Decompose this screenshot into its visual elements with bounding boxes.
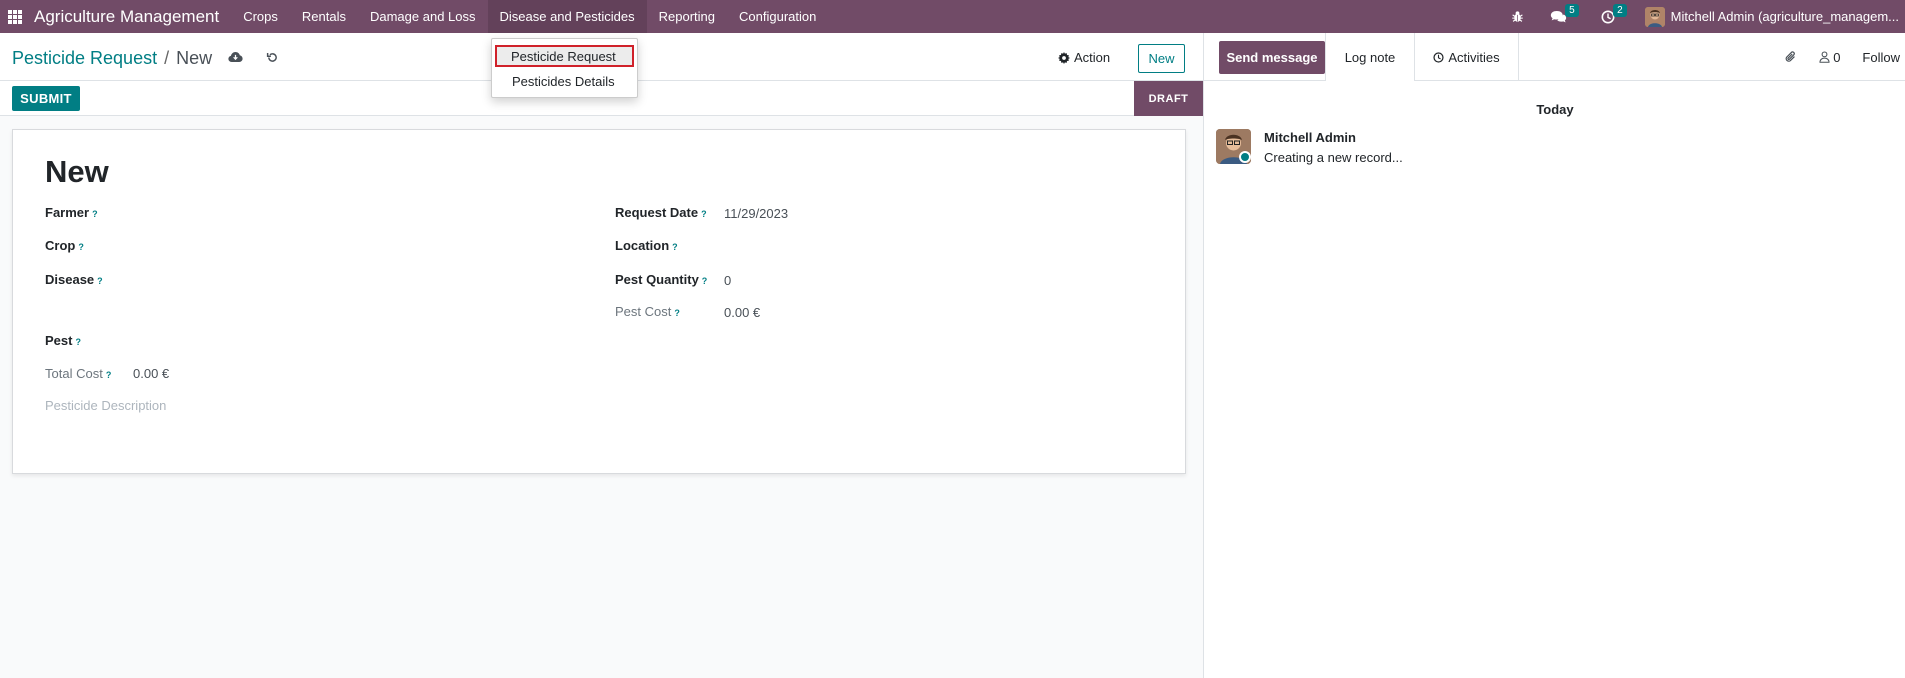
online-status-indicator (1239, 151, 1251, 163)
gear-icon (1058, 51, 1070, 64)
paperclip-attachment-icon[interactable] (1785, 50, 1797, 64)
form-sheet: New Farmer? Crop? Disease? Pest? Total C… (12, 129, 1186, 474)
menu-reporting[interactable]: Reporting (647, 0, 727, 33)
menu-damage-and-loss[interactable]: Damage and Loss (358, 0, 488, 33)
menu-configuration[interactable]: Configuration (727, 0, 828, 33)
action-label: Action (1074, 50, 1111, 65)
activities-clock-icon[interactable]: 2 (1601, 3, 1627, 24)
pest-quantity-label: Pest Quantity (615, 272, 699, 287)
breadcrumb: Pesticide Request / New (12, 48, 212, 69)
menu-rentals[interactable]: Rentals (290, 0, 358, 33)
message-body: Creating a new record... (1264, 150, 1403, 165)
help-tooltip-icon[interactable]: ? (97, 276, 103, 286)
breadcrumb-current: New (176, 48, 213, 68)
dropdown-item-pesticide-request[interactable]: Pesticide Request (495, 45, 634, 67)
chatter-topbar: Send message Log note Activities 0 Follo… (1204, 33, 1905, 81)
navbar-systray: 5 2 Mitchell Admin (agriculture_managem.… (1503, 0, 1905, 33)
record-title[interactable]: New (45, 154, 109, 190)
menu-disease-and-pesticides[interactable]: Disease and Pesticides (487, 0, 647, 33)
stage-draft[interactable]: DRAFT (1134, 81, 1203, 116)
messages-chat-icon[interactable]: 5 (1550, 3, 1579, 24)
pest-label: Pest (45, 333, 73, 348)
help-tooltip-icon[interactable]: ? (674, 308, 680, 318)
messages-count-badge: 5 (1565, 3, 1579, 17)
pesticide-description-input[interactable]: Pesticide Description (45, 398, 166, 413)
app-brand[interactable]: Agriculture Management (34, 7, 219, 27)
save-cloud-icon[interactable] (228, 51, 243, 66)
clock-icon (1433, 51, 1444, 63)
disease-label: Disease (45, 272, 95, 287)
total-cost-field: Total Cost? (45, 366, 111, 381)
log-note-button[interactable]: Log note (1325, 33, 1415, 81)
pest-quantity-input[interactable]: 0 (724, 273, 731, 288)
location-label: Location (615, 238, 670, 253)
total-cost-value: 0.00 € (133, 366, 170, 381)
menu-crops[interactable]: Crops (231, 0, 290, 33)
user-name: Mitchell Admin (agriculture_managem... (1670, 9, 1899, 24)
help-tooltip-icon[interactable]: ? (75, 337, 81, 347)
message-author-name[interactable]: Mitchell Admin (1264, 130, 1356, 145)
help-tooltip-icon[interactable]: ? (78, 242, 84, 252)
crop-field[interactable]: Crop? (45, 238, 84, 253)
pest-quantity-field: Pest Quantity? (615, 272, 707, 287)
help-tooltip-icon[interactable]: ? (92, 209, 98, 219)
today-date-divider: Today (1536, 102, 1574, 117)
help-tooltip-icon[interactable]: ? (702, 276, 708, 286)
breadcrumb-separator: / (164, 48, 170, 68)
user-menu[interactable]: Mitchell Admin (agriculture_managem... (1644, 6, 1899, 27)
request-date-field: Request Date? (615, 205, 707, 220)
location-field[interactable]: Location? (615, 238, 678, 253)
apps-grid-icon[interactable] (8, 9, 22, 24)
help-tooltip-icon[interactable]: ? (672, 242, 678, 252)
main-menu: Crops Rentals Damage and Loss Disease an… (231, 0, 828, 33)
pest-cost-value: 0.00 € (724, 305, 761, 320)
request-date-input[interactable]: 11/29/2023 (724, 206, 788, 221)
activities-button[interactable]: Activities (1415, 33, 1519, 81)
farmer-label: Farmer (45, 205, 90, 220)
debug-bug-icon[interactable] (1511, 10, 1524, 23)
submit-button[interactable]: SUBMIT (12, 86, 80, 111)
send-message-button[interactable]: Send message (1219, 41, 1325, 74)
followers-count: 0 (1833, 49, 1841, 65)
follow-button[interactable]: Follow (1862, 50, 1900, 65)
action-menu-button[interactable]: Action (1058, 50, 1110, 65)
dropdown-item-pesticides-details[interactable]: Pesticides Details (492, 70, 637, 92)
pest-cost-label: Pest Cost (615, 304, 672, 319)
pest-field[interactable]: Pest? (45, 333, 81, 348)
disease-pesticides-dropdown: Pesticide Request Pesticides Details (491, 38, 638, 98)
chatter-panel: Send message Log note Activities 0 Follo… (1203, 33, 1905, 678)
user-icon (1819, 51, 1830, 63)
chatter-right-tools: 0 Follow (1785, 33, 1905, 81)
help-tooltip-icon[interactable]: ? (701, 209, 707, 219)
help-tooltip-icon[interactable]: ? (106, 370, 112, 380)
top-navbar: Agriculture Management Crops Rentals Dam… (0, 0, 1905, 33)
activities-count-badge: 2 (1613, 3, 1627, 17)
request-date-label: Request Date (615, 205, 699, 220)
farmer-field[interactable]: Farmer? (45, 205, 98, 220)
total-cost-label: Total Cost (45, 366, 103, 381)
user-avatar (1644, 6, 1665, 27)
breadcrumb-parent-link[interactable]: Pesticide Request (12, 48, 157, 69)
followers-button[interactable]: 0 (1819, 50, 1840, 65)
new-record-button[interactable]: New (1138, 44, 1185, 73)
activities-label: Activities (1448, 49, 1500, 65)
pest-cost-field: Pest Cost? (615, 304, 680, 319)
disease-field[interactable]: Disease? (45, 272, 103, 287)
crop-label: Crop (45, 238, 76, 253)
discard-undo-icon[interactable] (266, 51, 279, 67)
